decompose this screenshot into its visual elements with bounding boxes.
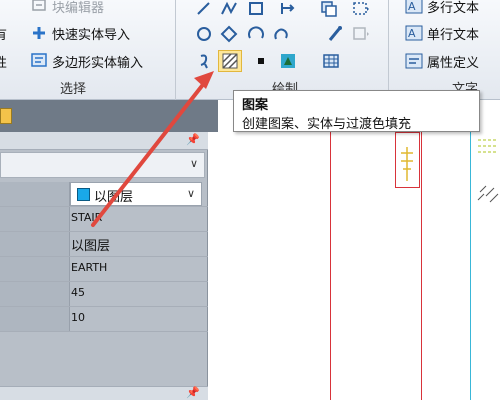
svg-text:A: A <box>408 0 416 13</box>
tab-menu-icon[interactable] <box>0 108 12 124</box>
property-row[interactable]: 以图层 <box>0 232 208 257</box>
block-editor-icon <box>30 0 48 15</box>
hatch-tooltip: 图案 创建图案、实体与过渡色填充 <box>233 90 480 132</box>
point-icon[interactable] <box>252 52 270 70</box>
revcloud-icon[interactable] <box>272 25 290 43</box>
property-row[interactable]: 45 <box>0 282 208 307</box>
attribute-definition-label: 属性定义 <box>427 56 480 71</box>
ribbon-separator <box>388 0 389 100</box>
drawing-box <box>395 132 420 188</box>
polygon-input-icon <box>30 52 48 70</box>
multiline-text-label: 多行文本 <box>427 1 480 16</box>
property-row[interactable]: EARTH <box>0 257 208 282</box>
property-value: 以图层 <box>71 239 111 254</box>
property-row-layer: 以图层 ∨ <box>0 182 208 207</box>
chevron-down-icon: ∨ <box>186 187 195 200</box>
spline-icon[interactable] <box>352 25 370 43</box>
attribute-definition-icon <box>405 52 423 70</box>
image-icon[interactable] <box>279 52 297 70</box>
brush-icon[interactable] <box>326 25 344 43</box>
drawing-line <box>421 128 422 400</box>
properties-grid: 以图层 ∨ STAIR 以图层 EARTH 45 10 <box>0 182 208 332</box>
property-value: 45 <box>71 286 85 299</box>
spiral-icon[interactable] <box>195 52 213 70</box>
property-label <box>0 282 70 306</box>
ribbon: 有 性 块编辑器 快速实体导入 多边形实体输入 选择 A 多行文本 A 单行文本… <box>0 0 500 100</box>
document-tab-strip <box>0 100 218 132</box>
line-icon[interactable] <box>195 0 213 18</box>
property-label <box>0 182 70 206</box>
rectangle-icon[interactable] <box>247 0 265 18</box>
layer-color-swatch <box>77 188 90 201</box>
pin-icon[interactable]: 📌 <box>186 133 200 146</box>
drawing-canvas[interactable] <box>218 100 500 400</box>
property-label <box>0 207 70 231</box>
property-value: 10 <box>71 311 85 324</box>
ribbon-separator <box>175 0 176 100</box>
polyline-icon[interactable] <box>220 0 238 18</box>
drawing-line <box>330 128 331 400</box>
polygon-icon[interactable] <box>220 25 238 43</box>
layer-select-value: 以图层 <box>94 190 134 205</box>
circle-icon[interactable] <box>195 25 213 43</box>
secondary-panel-header: 📌 <box>0 386 208 400</box>
tooltip-title: 图案 <box>242 98 269 113</box>
single-line-text-icon: A <box>405 24 423 42</box>
multiline-text-icon: A <box>405 0 423 15</box>
properties-panel: 📌 ∨ 以图层 ∨ STAIR 以图层 EARTH 45 10 📌 <box>0 132 208 400</box>
selection-type-dropdown[interactable]: ∨ <box>0 152 205 178</box>
chevron-down-icon: ∨ <box>189 157 198 170</box>
property-label <box>0 307 70 331</box>
selection-group-label: 选择 <box>60 82 87 97</box>
property-label <box>0 232 70 256</box>
table-icon[interactable] <box>322 52 340 70</box>
ribbon-left-cut-label-2: 性 <box>0 56 8 71</box>
layer-select[interactable]: 以图层 ∨ <box>70 182 202 206</box>
tooltip-description: 创建图案、实体与过渡色填充 <box>242 117 412 132</box>
hatch-icon <box>221 52 239 70</box>
property-row[interactable]: 10 <box>0 307 208 332</box>
arc-icon[interactable] <box>247 25 265 43</box>
plus-icon <box>30 24 48 42</box>
svg-text:A: A <box>408 27 416 40</box>
properties-panel-header: 📌 <box>0 132 208 150</box>
polygon-input-label: 多边形实体输入 <box>52 56 144 71</box>
quick-import-label: 快速实体导入 <box>52 28 131 43</box>
single-line-text-label: 单行文本 <box>427 28 480 43</box>
drawing-line <box>470 130 471 400</box>
copy-icon[interactable] <box>320 0 338 18</box>
property-row[interactable]: STAIR <box>0 207 208 232</box>
region-icon[interactable] <box>352 0 370 18</box>
dimension-icon[interactable] <box>279 0 297 18</box>
hatch-button[interactable] <box>218 50 242 72</box>
ribbon-left-cut-label-1: 有 <box>0 28 8 43</box>
property-value: EARTH <box>71 261 108 274</box>
pin-icon[interactable]: 📌 <box>186 386 200 399</box>
property-label <box>0 257 70 281</box>
hatch-pattern <box>477 139 499 203</box>
block-editor-label: 块编辑器 <box>52 1 105 16</box>
property-value: STAIR <box>71 211 103 224</box>
